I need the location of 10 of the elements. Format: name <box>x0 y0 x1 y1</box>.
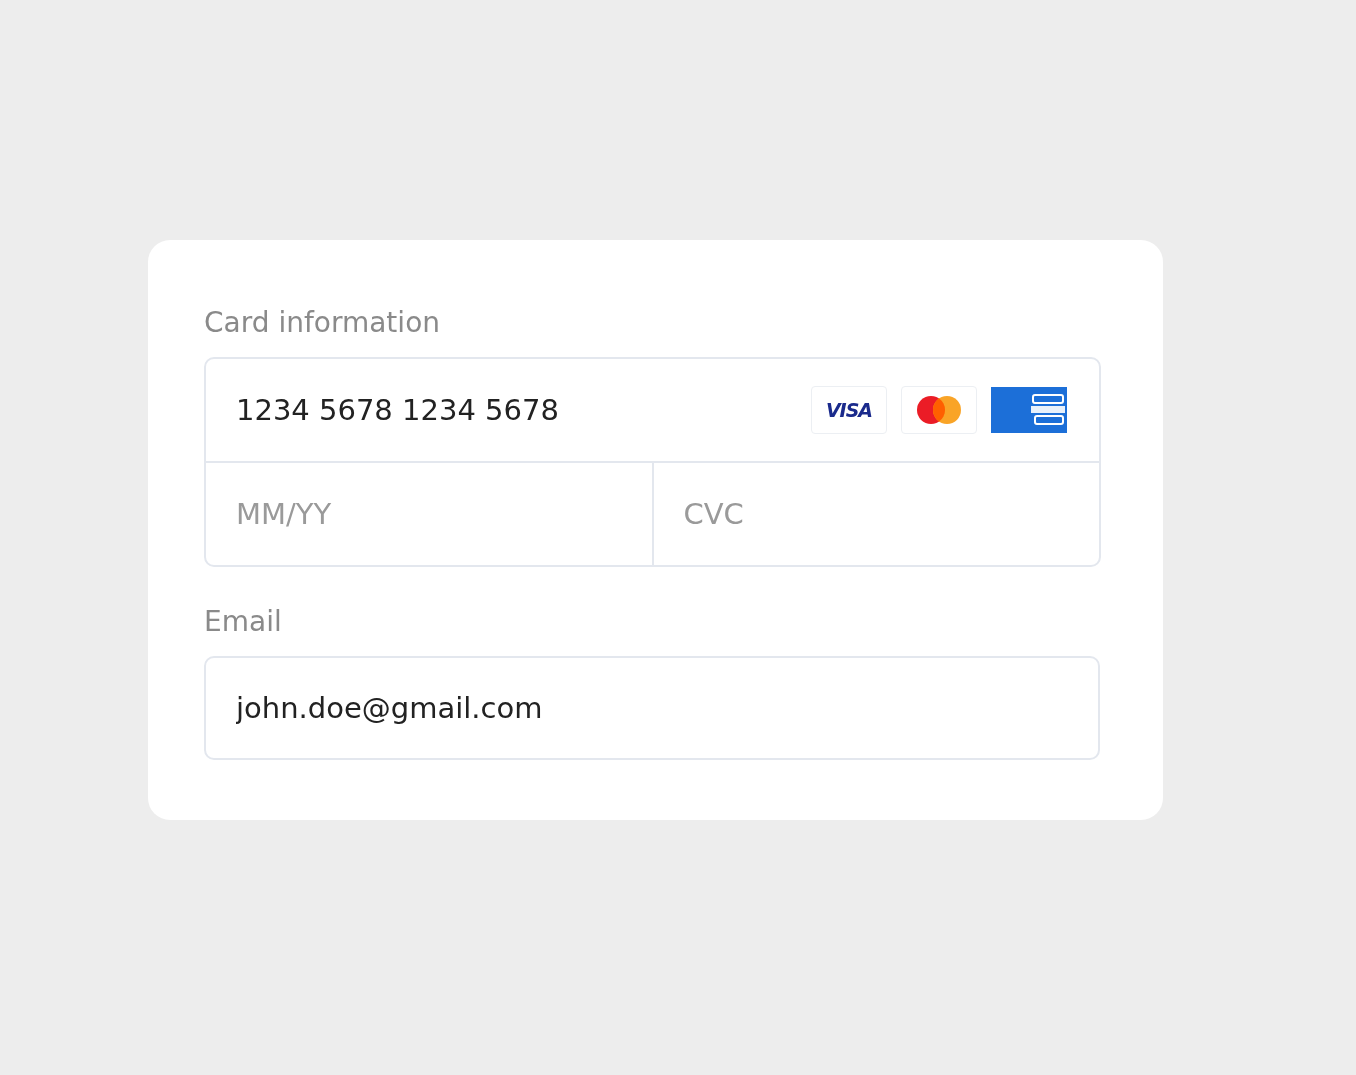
field-label: Email <box>204 605 282 638</box>
overlapping-circles-icon <box>915 394 963 426</box>
expiry-field[interactable]: MM/YY <box>206 463 652 565</box>
card-number-field[interactable]: 1234 5678 1234 5678 <box>206 359 811 461</box>
card-details-field[interactable]: 1234 5678 1234 5678 VISA MM/YY CVC <box>204 357 1101 567</box>
cvc-field[interactable]: CVC <box>653 463 1099 565</box>
card-brand-icon <box>991 387 1067 433</box>
visa-logo: VISA <box>811 386 887 434</box>
email-field[interactable]: john.doe@gmail.com <box>204 656 1100 760</box>
field-label: Card information <box>204 306 440 339</box>
